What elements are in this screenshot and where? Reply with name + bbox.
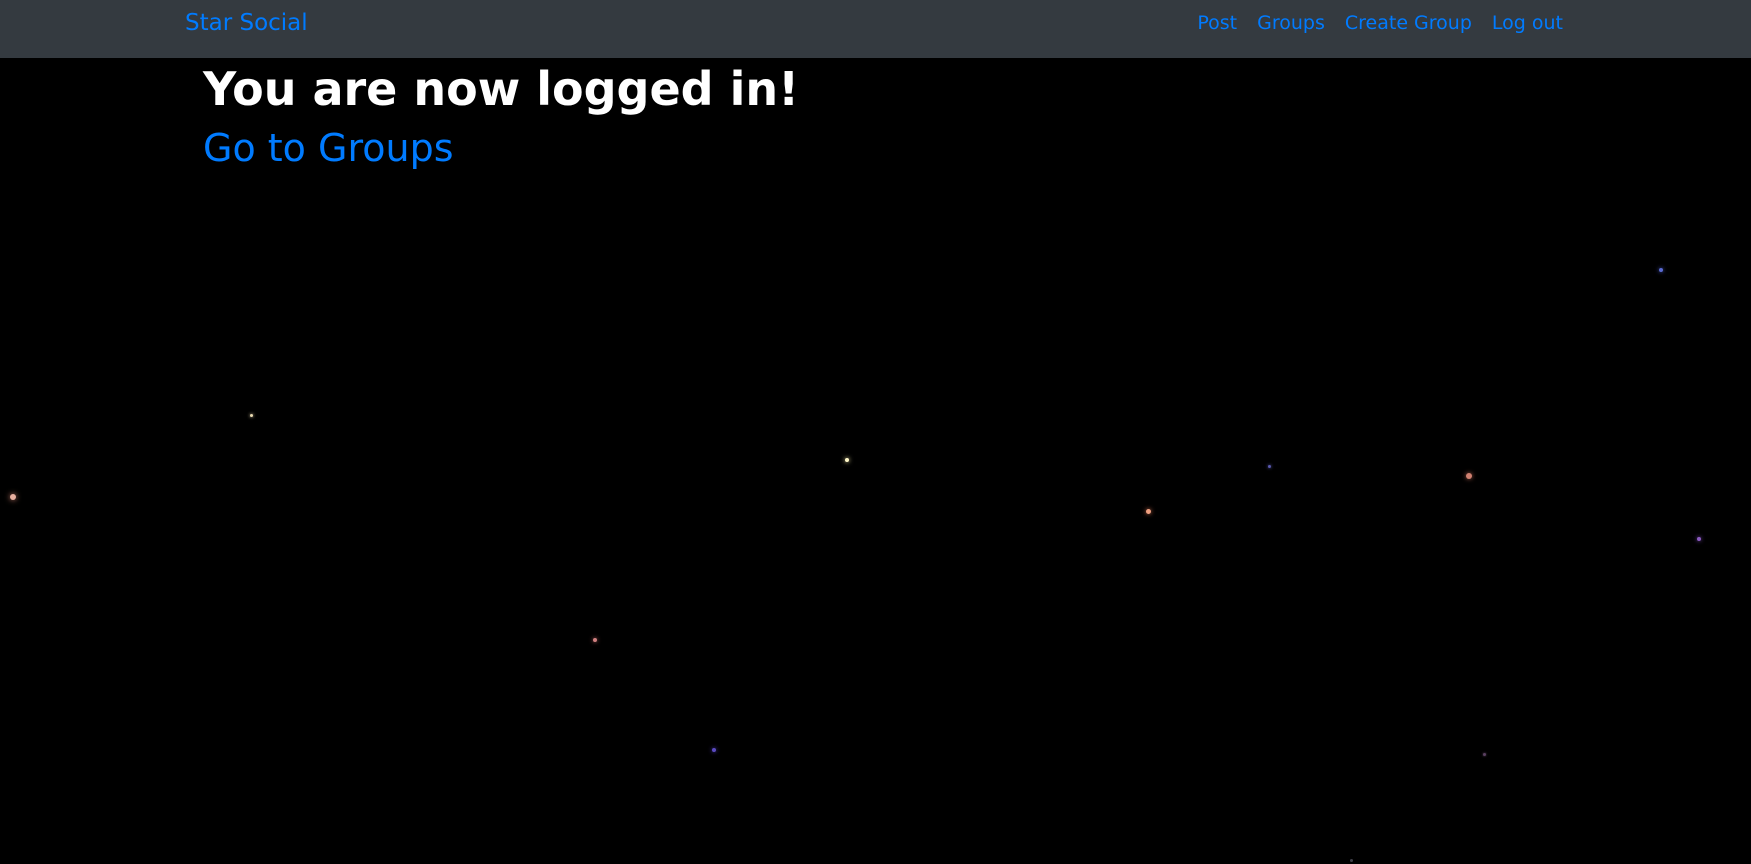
star	[1268, 465, 1271, 468]
go-to-groups-link[interactable]: Go to Groups	[203, 124, 799, 172]
star	[1659, 268, 1663, 272]
logged-in-heading: You are now logged in!	[203, 62, 800, 116]
star	[1146, 509, 1151, 514]
top-navbar: Star Social Post Groups Create Group Log…	[0, 0, 1751, 58]
star	[712, 748, 716, 752]
star	[593, 638, 597, 642]
nav-link-post[interactable]: Post	[1197, 12, 1237, 34]
star	[1350, 859, 1353, 862]
nav-link-groups[interactable]: Groups	[1257, 12, 1325, 34]
star	[1697, 537, 1701, 541]
star-field-background	[0, 58, 1751, 864]
star	[250, 414, 253, 417]
nav-link-create-group[interactable]: Create Group	[1345, 12, 1472, 34]
brand-link[interactable]: Star Social	[185, 10, 308, 36]
nav-link-log-out[interactable]: Log out	[1492, 12, 1563, 34]
main-content: You are now logged in! Go to Groups	[203, 60, 799, 172]
star	[10, 494, 16, 500]
star	[1483, 753, 1486, 756]
star	[845, 458, 849, 462]
star	[1466, 473, 1472, 479]
nav-links: Post Groups Create Group Log out	[1197, 12, 1563, 34]
